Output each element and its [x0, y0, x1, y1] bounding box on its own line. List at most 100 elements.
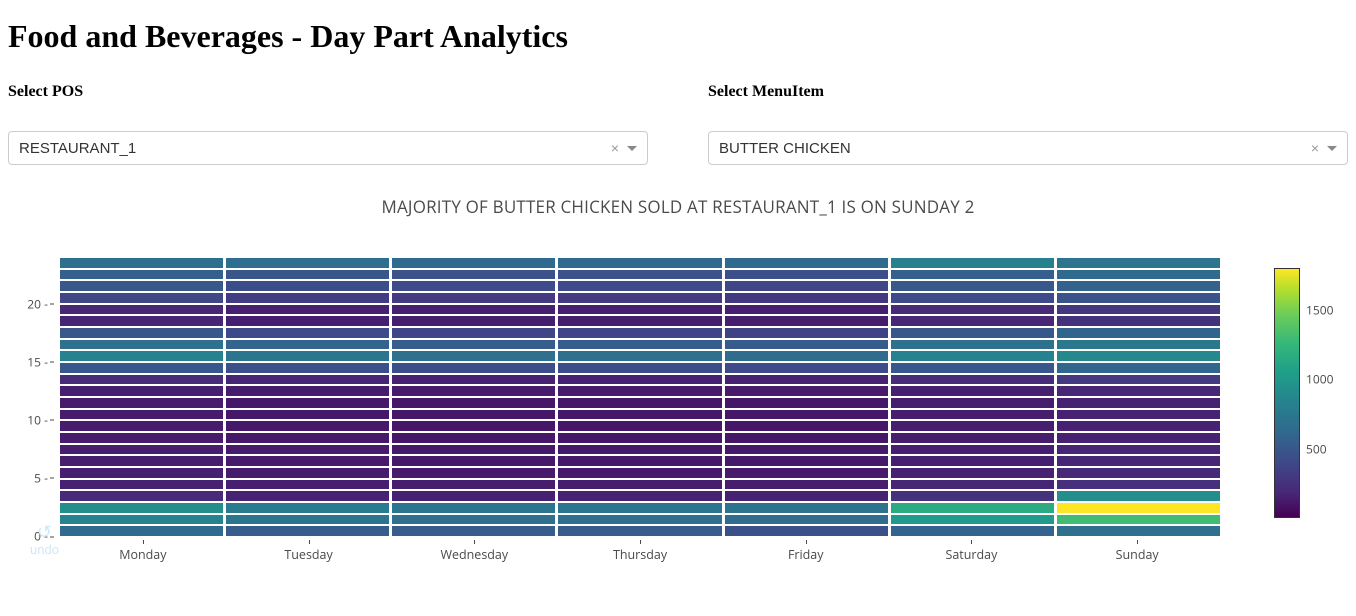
- heatmap-cell: [1057, 491, 1220, 501]
- heatmap-row: [60, 351, 1220, 363]
- heatmap-cell: [226, 281, 389, 291]
- heatmap-cell: [725, 503, 888, 513]
- y-tick: 20 -: [27, 295, 48, 312]
- pos-select-value: RESTAURANT_1: [19, 140, 611, 157]
- heatmap-cell: [226, 386, 389, 396]
- heatmap-cell: [1057, 445, 1220, 455]
- heatmap-cell: [1057, 480, 1220, 490]
- clear-icon[interactable]: ×: [1311, 140, 1319, 156]
- heatmap-cell: [60, 270, 223, 280]
- heatmap-cell: [558, 433, 721, 443]
- menuitem-select[interactable]: BUTTER CHICKEN ×: [708, 131, 1348, 165]
- heatmap-cell: [392, 316, 555, 326]
- heatmap-cell: [725, 398, 888, 408]
- heatmap-cell: [558, 316, 721, 326]
- heatmap-cell: [725, 281, 888, 291]
- pos-label: Select POS: [8, 83, 648, 101]
- heatmap-cell: [60, 480, 223, 490]
- heatmap-cell: [725, 328, 888, 338]
- heatmap-cell: [60, 351, 223, 361]
- heatmap-row: [60, 375, 1220, 387]
- chevron-down-icon[interactable]: [627, 146, 637, 151]
- undo-label: undo: [30, 542, 59, 557]
- heatmap-cell: [725, 433, 888, 443]
- heatmap-cell: [60, 503, 223, 513]
- heatmap-cell: [725, 363, 888, 373]
- heatmap-cell: [226, 305, 389, 315]
- heatmap-cell: [392, 386, 555, 396]
- heatmap-cell: [1057, 386, 1220, 396]
- heatmap-cell: [226, 433, 389, 443]
- heatmap-cell: [558, 340, 721, 350]
- heatmap-cell: [725, 526, 888, 536]
- heatmap-cell: [891, 305, 1054, 315]
- heatmap-cell: [725, 375, 888, 385]
- heatmap-cell: [392, 293, 555, 303]
- x-tick: Thursday: [557, 540, 723, 563]
- heatmap-cell: [226, 480, 389, 490]
- heatmap-cell: [60, 340, 223, 350]
- heatmap-cell: [60, 515, 223, 525]
- heatmap-cell: [1057, 375, 1220, 385]
- heatmap-cell: [891, 503, 1054, 513]
- heatmap-cell: [226, 316, 389, 326]
- heatmap-cell: [725, 305, 888, 315]
- heatmap-cell: [1057, 468, 1220, 478]
- heatmap-cell: [60, 433, 223, 443]
- heatmap-row: [60, 480, 1220, 492]
- heatmap-cell: [558, 503, 721, 513]
- heatmap-cell: [226, 421, 389, 431]
- heatmap-cell: [558, 351, 721, 361]
- heatmap-cell: [725, 270, 888, 280]
- heatmap-cell: [60, 293, 223, 303]
- heatmap-cell: [226, 363, 389, 373]
- heatmap-cell: [60, 375, 223, 385]
- heatmap-cell: [558, 410, 721, 420]
- pos-control-group: Select POS RESTAURANT_1 ×: [8, 83, 648, 165]
- undo-icon: ↺: [30, 523, 59, 543]
- clear-icon[interactable]: ×: [611, 140, 619, 156]
- heatmap-cell: [1057, 515, 1220, 525]
- y-tick: 15 -: [27, 353, 48, 370]
- undo-button[interactable]: ↺ undo: [30, 523, 59, 557]
- heatmap-cell: [891, 340, 1054, 350]
- heatmap-cell: [392, 515, 555, 525]
- heatmap-cell: [725, 445, 888, 455]
- chevron-down-icon[interactable]: [1327, 146, 1337, 151]
- heatmap-row: [60, 433, 1220, 445]
- heatmap-cell: [392, 328, 555, 338]
- heatmap-plot[interactable]: 0 -5 -10 -15 -20 - 50010001500: [0, 258, 1356, 536]
- heatmap-cell: [226, 468, 389, 478]
- heatmap-cell: [1057, 258, 1220, 268]
- heatmap-cell: [60, 328, 223, 338]
- heatmap-cell: [891, 491, 1054, 501]
- y-tick: 10 -: [27, 411, 48, 428]
- heatmap-cell: [558, 328, 721, 338]
- heatmap-cell: [392, 421, 555, 431]
- heatmap-cell: [226, 515, 389, 525]
- heatmap-cell: [392, 503, 555, 513]
- heatmap-cell: [392, 456, 555, 466]
- heatmap-cell: [226, 445, 389, 455]
- heatmap-cell: [1057, 281, 1220, 291]
- heatmap-cell: [558, 281, 721, 291]
- x-tick: Wednesday: [391, 540, 557, 563]
- colorbar: 50010001500: [1232, 258, 1332, 536]
- heatmap-cell: [1057, 456, 1220, 466]
- heatmap-row: [60, 328, 1220, 340]
- heatmap-cell: [1057, 398, 1220, 408]
- heatmap-cell: [226, 270, 389, 280]
- heatmap-cell: [60, 491, 223, 501]
- heatmap-row: [60, 421, 1220, 433]
- heatmap-cell: [891, 258, 1054, 268]
- heatmap-cell: [1057, 503, 1220, 513]
- heatmap-cell: [226, 340, 389, 350]
- heatmap-cell: [891, 480, 1054, 490]
- heatmap-cell: [891, 456, 1054, 466]
- heatmap-row: [60, 258, 1220, 270]
- heatmap-row: [60, 526, 1220, 536]
- pos-select[interactable]: RESTAURANT_1 ×: [8, 131, 648, 165]
- heatmap-cell: [1057, 316, 1220, 326]
- menuitem-label: Select MenuItem: [708, 83, 1348, 101]
- heatmap-cell: [558, 398, 721, 408]
